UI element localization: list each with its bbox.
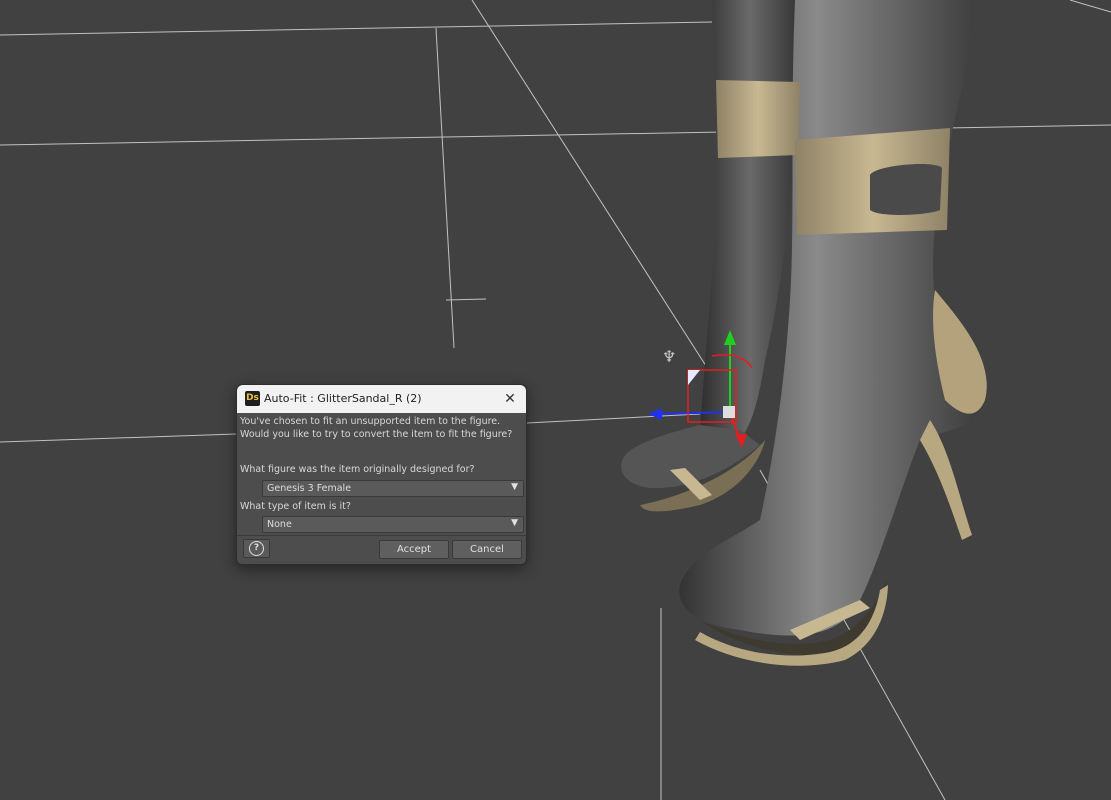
type-select[interactable]: None ▼ <box>262 516 524 533</box>
type-question-label: What type of item is it? <box>240 501 351 512</box>
left-leg <box>621 0 800 512</box>
figure-question-label: What figure was the item originally desi… <box>240 464 475 475</box>
figure-select-value: Genesis 3 Female <box>267 483 352 494</box>
figure-select[interactable]: Genesis 3 Female ▼ <box>262 480 524 497</box>
viewport-scene: ♆ <box>0 0 1111 800</box>
close-icon[interactable]: ✕ <box>500 389 520 409</box>
dialog-title: Auto-Fit : GlitterSandal_R (2) <box>264 392 422 405</box>
svg-text:♆: ♆ <box>662 347 676 366</box>
type-select-value: None <box>267 519 292 530</box>
message-line-2: Would you like to try to convert the ite… <box>240 429 513 440</box>
auto-fit-dialog: Ds Auto-Fit : GlitterSandal_R (2) ✕ You'… <box>236 384 527 565</box>
chevron-down-icon: ▼ <box>511 482 518 492</box>
chevron-down-icon: ▼ <box>511 518 518 528</box>
help-button[interactable]: ? <box>243 539 270 558</box>
message-line-1: You've chosen to fit an unsupported item… <box>240 416 501 427</box>
question-circle-icon: ? <box>249 541 264 556</box>
accept-button[interactable]: Accept <box>379 540 449 559</box>
dialog-titlebar[interactable]: Ds Auto-Fit : GlitterSandal_R (2) ✕ <box>237 385 526 413</box>
3d-viewport[interactable]: ♆ <box>0 0 1111 800</box>
dialog-divider <box>237 535 526 536</box>
cancel-button[interactable]: Cancel <box>452 540 522 559</box>
daz-studio-logo-icon: Ds <box>245 391 260 406</box>
